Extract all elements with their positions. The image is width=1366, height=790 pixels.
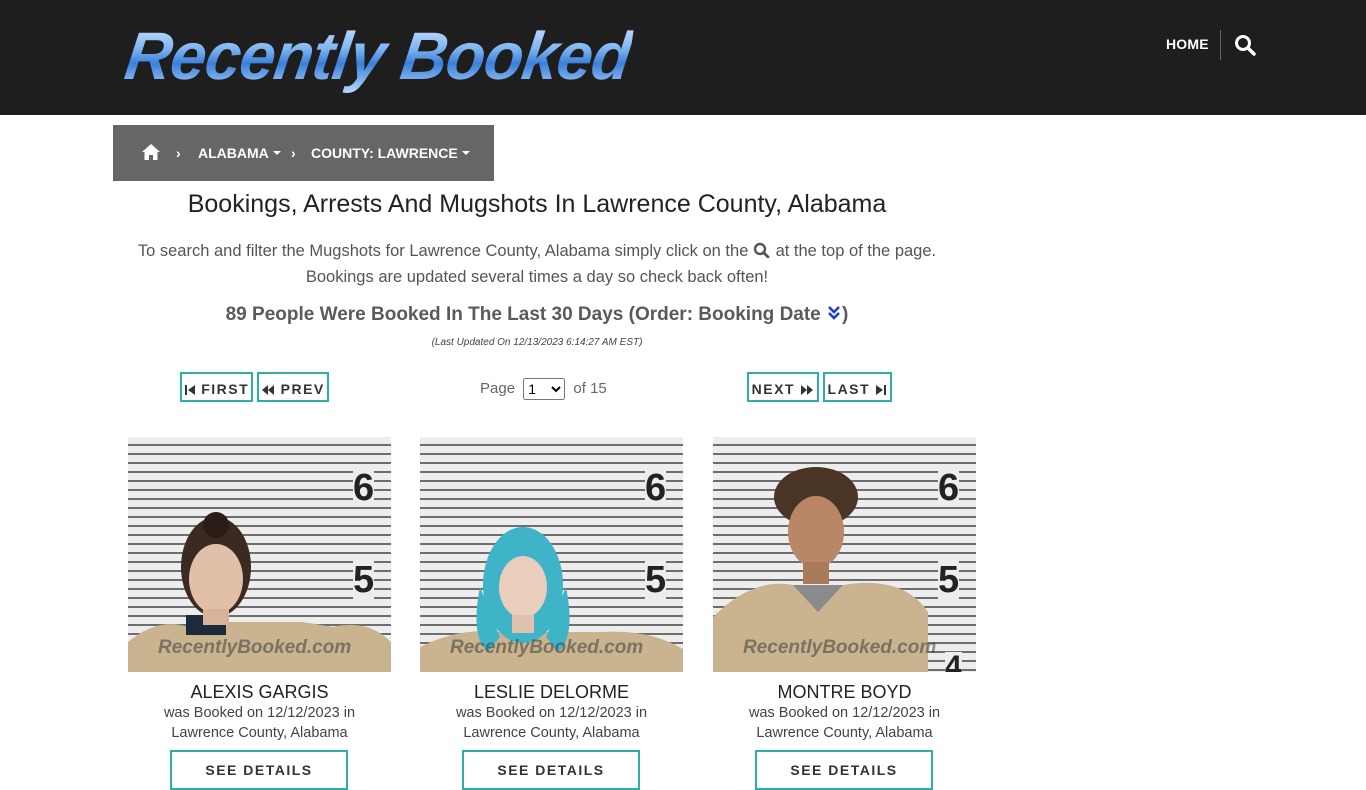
forward-icon (801, 385, 814, 395)
watermark: RecentlyBooked.com (450, 637, 644, 658)
page-select[interactable]: 1 (523, 378, 566, 400)
watermark: RecentlyBooked.com (158, 637, 352, 658)
booking-description: was Booked on 12/12/2023 in Lawrence Coun… (748, 705, 941, 741)
home-icon[interactable] (141, 143, 161, 161)
person-name[interactable]: LESLIE DELORME (420, 682, 683, 703)
page-selector: Page 1 of 15 (480, 378, 607, 400)
booking-description: was Booked on 12/12/2023 in Lawrence Coun… (163, 705, 356, 741)
intro-text: To search and filter the Mugshots for La… (137, 240, 937, 286)
next-page-button[interactable]: NEXT (747, 372, 819, 402)
site-logo[interactable]: Recently Booked (121, 18, 636, 94)
see-details-button[interactable]: SEE DETAILS (755, 750, 933, 790)
nav-home-link[interactable]: HOME (1166, 36, 1209, 52)
prev-page-button[interactable]: PREV (257, 372, 329, 402)
step-forward-icon (876, 385, 887, 395)
breadcrumb-county[interactable]: COUNTY: LAWRENCE (311, 145, 470, 161)
first-page-button[interactable]: FIRST (180, 372, 253, 402)
mugshot-image[interactable]: 6 5 4 RecentlyBooked.com (713, 437, 976, 672)
mugshot-image[interactable]: 6 5 4 RecentlyBooked.com (128, 437, 391, 672)
page-title: Bookings, Arrests And Mugshots In Lawren… (187, 190, 887, 218)
nav-divider (1220, 30, 1221, 60)
see-details-button[interactable]: SEE DETAILS (462, 750, 640, 790)
search-icon (753, 240, 771, 259)
watermark: RecentlyBooked.com (743, 637, 937, 658)
chevron-right-icon: › (176, 145, 181, 161)
person-name[interactable]: MONTRE BOYD (713, 682, 976, 703)
breadcrumb-state[interactable]: ALABAMA (198, 145, 281, 161)
chevron-right-icon: › (291, 145, 296, 161)
backward-icon (262, 385, 275, 395)
caret-down-icon (461, 151, 470, 156)
caret-down-icon (272, 151, 281, 156)
step-backward-icon (184, 385, 195, 395)
booking-count: 89 People Were Booked In The Last 30 Day… (225, 304, 849, 325)
booking-description: was Booked on 12/12/2023 in Lawrence Coun… (455, 705, 648, 741)
last-updated: (Last Updated On 12/13/2023 6:14:27 AM E… (431, 337, 643, 348)
search-icon[interactable] (1233, 33, 1257, 57)
person-name[interactable]: ALEXIS GARGIS (128, 682, 391, 703)
double-chevron-down-icon[interactable] (826, 304, 842, 322)
mugshot-image[interactable]: 6 5 4 RecentlyBooked.com (420, 437, 683, 672)
see-details-button[interactable]: SEE DETAILS (170, 750, 348, 790)
last-page-button[interactable]: LAST (823, 372, 892, 402)
